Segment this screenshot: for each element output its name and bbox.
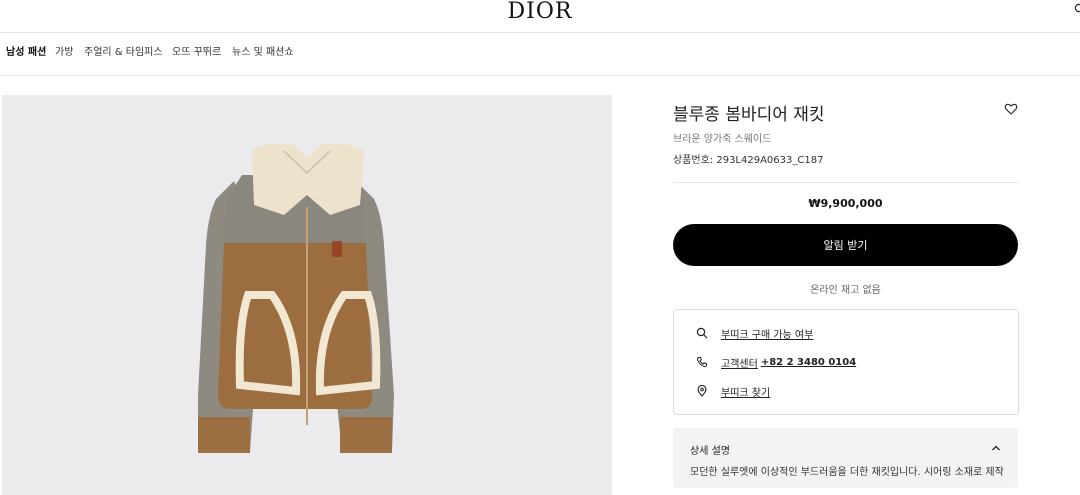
phone-icon (697, 357, 707, 368)
boutique-availability-label: 부띠크 구매 가능 여부 (721, 329, 814, 341)
heart-icon[interactable] (1004, 102, 1018, 116)
nav-item-jewelry-timepieces[interactable]: 주얼리 & 타임피스 (84, 46, 163, 60)
dior-logo[interactable]: DIOR (0, 0, 1080, 24)
search-icon[interactable] (1074, 3, 1080, 15)
product-image[interactable] (2, 95, 612, 495)
product-price: ₩9,900,000 (808, 197, 883, 210)
product-reference: 상품번호: 293L429A0633_C187 (673, 155, 824, 166)
nav-item-bags[interactable]: 가방 (55, 46, 73, 60)
divider (673, 182, 1018, 183)
find-boutique-link[interactable]: 부띠크 찾기 (696, 382, 770, 400)
customer-center-link[interactable]: 고객센터 +82 2 3480 0104 (696, 353, 856, 371)
chevron-up-icon[interactable] (990, 442, 1002, 454)
product-subtitle: 브라운 양가죽 스웨이드 (673, 134, 772, 145)
customer-center-phone: +82 2 3480 0104 (760, 356, 857, 368)
product-title: 블루종 봄바디어 재킷 (673, 105, 825, 125)
top-bar: DIOR (0, 0, 1080, 33)
nav-item-news-shows[interactable]: 뉴스 및 패션쇼 (232, 46, 294, 60)
notify-me-button[interactable]: 알림 받기 (673, 224, 1018, 266)
details-title: 상세 설명 (690, 446, 730, 457)
details-accordion[interactable]: 상세 설명 모던한 실루엣에 이상적인 부드러움을 더한 재킷입니다. 시어링 … (673, 428, 1018, 488)
customer-center-label: 고객센터 (721, 358, 758, 370)
main-nav: 남성 패션 가방 주얼리 & 타임피스 오뜨 꾸뛰르 뉴스 및 패션쇼 (0, 33, 1080, 76)
services-box: 부띠크 구매 가능 여부 고객센터 +82 2 3480 0104 부띠크 찾기 (673, 309, 1019, 415)
nav-item-men-fashion[interactable]: 남성 패션 (6, 46, 46, 60)
find-boutique-label: 부띠크 찾기 (721, 387, 771, 399)
map-pin-icon (697, 385, 707, 397)
boutique-availability-link[interactable]: 부띠크 구매 가능 여부 (696, 324, 813, 342)
stock-status: 온라인 재고 없음 (810, 285, 881, 296)
jacket-illustration (198, 143, 394, 453)
details-body: 모던한 실루엣에 이상적인 부드러움을 더한 재킷입니다. 시어링 소재로 제작 (690, 467, 1004, 478)
search-icon (696, 327, 708, 339)
nav-item-haute-couture[interactable]: 오뜨 꾸뛰르 (172, 46, 221, 60)
